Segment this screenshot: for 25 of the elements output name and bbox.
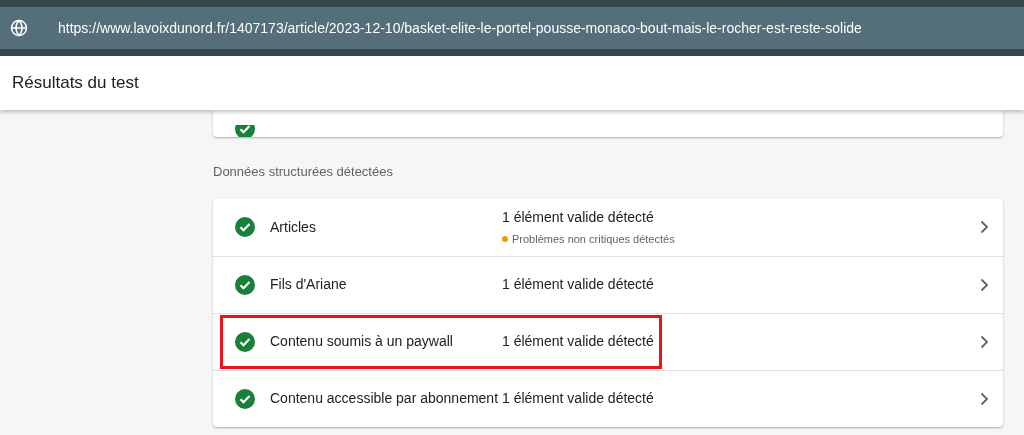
result-name: Articles: [270, 217, 317, 237]
result-row[interactable]: Articles 1 élément valide détecté Problèmes non critiques détectés: [213, 198, 1003, 256]
result-name: Contenu accessible par abonnement: [270, 389, 500, 408]
result-row[interactable]: Contenu soumis à un paywall 1 élément valide détecté: [213, 312, 1003, 370]
warning-text: Problèmes non critiques détectés: [512, 231, 675, 247]
result-status: 1 élément valide détecté: [502, 275, 655, 294]
check-circle-icon: [235, 388, 255, 409]
result-name: Contenu soumis à un paywall: [270, 332, 454, 351]
result-status: 1 élément valide détecté: [502, 207, 655, 227]
result-row[interactable]: Contenu accessible par abonnement 1 élément valide détecté: [213, 369, 1003, 427]
chevron-right-icon: [979, 334, 989, 349]
section-title: Données structurées détectées: [213, 163, 394, 181]
check-circle-icon: [235, 331, 255, 352]
chevron-right-icon: [979, 220, 989, 234]
chevron-right-icon: [979, 391, 989, 406]
result-status: 1 élément valide détecté: [502, 332, 655, 351]
result-name: Fils d'Ariane: [270, 275, 348, 294]
result-status: 1 élément valide détecté: [502, 389, 655, 408]
page-title: Résultats du test: [12, 72, 139, 95]
chevron-right-icon: [979, 277, 989, 292]
check-circle-icon: [235, 217, 255, 237]
result-row[interactable]: Fils d'Ariane 1 élément valide détecté: [213, 255, 1003, 313]
check-circle-icon: [235, 274, 255, 295]
page-url: https://www.lavoixdunord.fr/1407173/article/2023-12-10/basket-elite-le-portel-pousse-monaco-bout-mais-le-rocher-est-reste-solide: [58, 18, 862, 38]
globe-icon: [10, 19, 28, 37]
